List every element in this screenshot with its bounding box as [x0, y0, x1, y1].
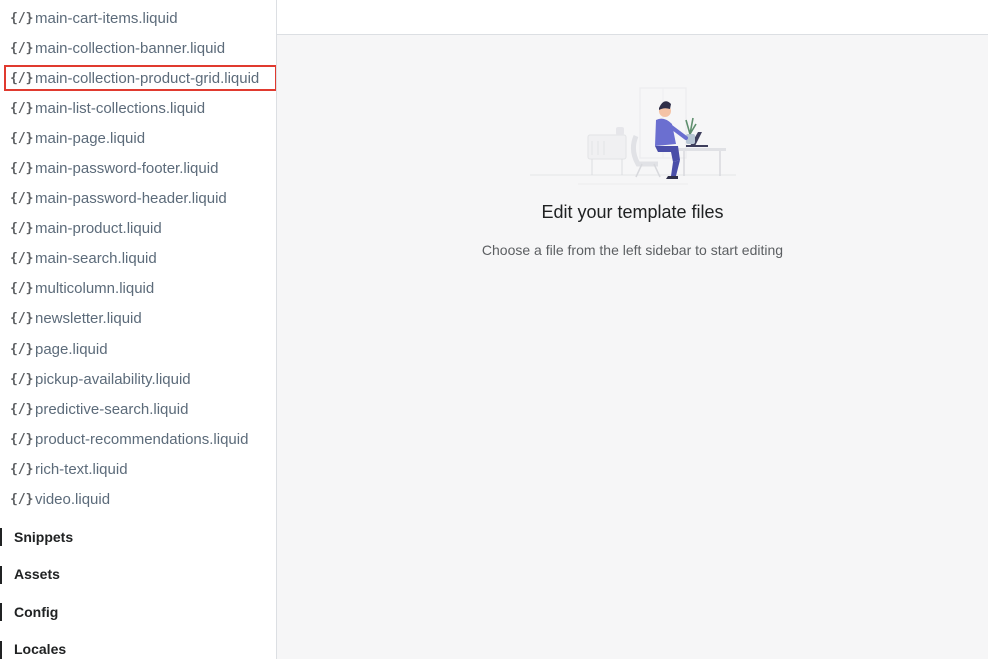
- file-item-label: main-page.liquid: [35, 129, 146, 147]
- folder-indicator: [0, 528, 2, 546]
- folder-label: Assets: [14, 566, 60, 583]
- file-item-newsletter[interactable]: {/} newsletter.liquid: [0, 304, 276, 334]
- empty-state-title: Edit your template files: [541, 202, 724, 222]
- liquid-file-icon: {/}: [10, 371, 34, 387]
- file-item-label: main-list-collections.liquid: [35, 99, 206, 117]
- file-item-main-password-header[interactable]: {/} main-password-header.liquid: [0, 184, 276, 214]
- liquid-file-icon: {/}: [10, 10, 34, 26]
- file-item-product-recommendations[interactable]: {/} product-recommendations.liquid: [0, 424, 276, 454]
- folder-indicator: [0, 603, 2, 621]
- liquid-file-icon: {/}: [10, 281, 34, 297]
- file-item-main-collection-product-grid[interactable]: {/} main-collection-product-grid.liquid: [0, 63, 276, 93]
- folder-indicator: [0, 640, 2, 659]
- file-item-page[interactable]: {/} page.liquid: [0, 334, 276, 364]
- file-item-main-page[interactable]: {/} main-page.liquid: [0, 123, 276, 153]
- file-item-label: newsletter.liquid: [35, 310, 142, 328]
- liquid-file-icon: {/}: [10, 251, 34, 267]
- liquid-file-icon: {/}: [10, 130, 34, 146]
- file-item-label: main-password-header.liquid: [35, 190, 227, 208]
- file-item-main-password-footer[interactable]: {/} main-password-footer.liquid: [0, 153, 276, 183]
- file-item-label: pickup-availability.liquid: [35, 370, 191, 388]
- liquid-file-icon: {/}: [10, 70, 34, 86]
- liquid-file-icon: {/}: [10, 431, 34, 447]
- file-item-video[interactable]: {/} video.liquid: [0, 485, 276, 515]
- empty-state-subtitle: Choose a file from the left sidebar to s…: [481, 242, 784, 258]
- file-item-label: main-search.liquid: [35, 250, 157, 268]
- editor-tab-bar: [277, 0, 988, 35]
- liquid-file-icon: {/}: [10, 492, 34, 508]
- liquid-file-icon: {/}: [10, 461, 34, 477]
- liquid-file-icon: {/}: [10, 40, 34, 56]
- file-item-main-product[interactable]: {/} main-product.liquid: [0, 214, 276, 244]
- file-item-rich-text[interactable]: {/} rich-text.liquid: [0, 454, 276, 484]
- folder-sections: Snippets Assets Config Locales: [0, 518, 276, 659]
- folder-assets[interactable]: Assets: [0, 556, 276, 594]
- liquid-file-icon: {/}: [10, 341, 34, 357]
- liquid-file-icon: {/}: [10, 191, 34, 207]
- file-item-label: main-collection-banner.liquid: [35, 39, 226, 57]
- liquid-file-icon: {/}: [10, 100, 34, 116]
- file-item-label: multicolumn.liquid: [35, 280, 155, 298]
- liquid-file-icon: {/}: [10, 161, 34, 177]
- file-item-main-list-collections[interactable]: {/} main-list-collections.liquid: [0, 93, 276, 123]
- file-item-label: page.liquid: [35, 340, 108, 358]
- file-item-label: rich-text.liquid: [35, 460, 128, 478]
- file-list: {/} main-cart-items.liquid {/} main-coll…: [0, 3, 276, 515]
- file-item-multicolumn[interactable]: {/} multicolumn.liquid: [0, 274, 276, 304]
- folder-label: Snippets: [14, 528, 74, 545]
- folder-snippets[interactable]: Snippets: [0, 518, 276, 556]
- file-item-label: video.liquid: [35, 491, 111, 509]
- file-sidebar: {/} main-cart-items.liquid {/} main-coll…: [0, 0, 277, 659]
- file-item-main-search[interactable]: {/} main-search.liquid: [0, 244, 276, 274]
- folder-config[interactable]: Config: [0, 593, 276, 631]
- folder-label: Locales: [14, 641, 67, 658]
- person-at-desk-illustration: [529, 87, 736, 185]
- file-item-label: main-password-footer.liquid: [35, 160, 219, 178]
- file-item-main-collection-banner[interactable]: {/} main-collection-banner.liquid: [0, 33, 276, 63]
- empty-state: Edit your template files Choose a file f…: [277, 80, 988, 258]
- file-item-main-cart-items[interactable]: {/} main-cart-items.liquid: [0, 3, 276, 33]
- liquid-file-icon: {/}: [10, 221, 34, 237]
- editor-area: Edit your template files Choose a file f…: [277, 0, 988, 659]
- file-item-pickup-availability[interactable]: {/} pickup-availability.liquid: [0, 364, 276, 394]
- file-item-predictive-search[interactable]: {/} predictive-search.liquid: [0, 394, 276, 424]
- file-item-label: main-cart-items.liquid: [35, 9, 178, 27]
- folder-locales[interactable]: Locales: [0, 631, 276, 659]
- liquid-file-icon: {/}: [10, 311, 34, 327]
- file-item-label: main-product.liquid: [35, 220, 162, 238]
- file-item-label: main-collection-product-grid.liquid: [35, 69, 260, 87]
- folder-indicator: [0, 565, 2, 584]
- folder-label: Config: [14, 603, 59, 620]
- file-item-label: product-recommendations.liquid: [35, 430, 249, 448]
- file-item-label: predictive-search.liquid: [35, 400, 189, 418]
- liquid-file-icon: {/}: [10, 401, 34, 417]
